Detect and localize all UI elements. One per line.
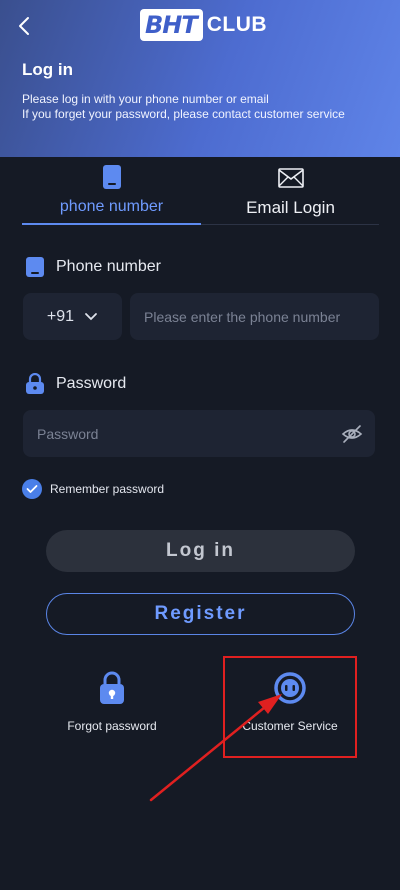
header: BHT CLUB Log in Please log in with your … [0,0,400,157]
remember-password-label: Remember password [50,482,165,496]
login-description: Please log in with your phone number or … [22,92,345,122]
phone-field-label: Phone number [24,256,161,278]
tab-email-login[interactable]: Email Login [201,160,380,224]
checkmark-icon[interactable] [22,479,42,499]
back-arrow-icon[interactable] [14,14,34,38]
login-tabs: phone number Email Login [22,160,379,225]
active-tab-underline [22,223,201,225]
tab-phone-number[interactable]: phone number [22,160,201,225]
lock-icon [24,373,46,395]
register-button[interactable]: Register [46,593,355,635]
remember-password-toggle[interactable]: Remember password [22,479,164,499]
password-field [23,410,375,457]
phone-number-input[interactable] [130,293,379,340]
phone-icon [102,165,121,189]
password-input[interactable] [23,410,323,457]
login-button[interactable]: Log in [46,530,355,572]
forgot-password-label: Forgot password [67,719,157,733]
tab-phone-label: phone number [59,198,164,215]
page-title: Log in [22,60,73,79]
forgot-password-link[interactable]: Forgot password [42,668,182,748]
tab-email-label: Email Login [246,198,335,217]
logo-sub: CLUB [206,13,268,36]
customer-service-label: Customer Service [242,719,338,733]
app-logo: BHT CLUB [140,8,267,42]
country-code-value: +91 [46,307,75,325]
customer-service-link[interactable]: Customer Service [220,668,360,748]
chevron-down-icon [85,312,97,320]
eye-off-icon[interactable] [341,423,363,445]
password-field-label: Password [24,373,126,395]
country-code-select[interactable]: +91 [23,293,122,340]
phone-icon [24,256,46,278]
logo-main: BHT [140,9,203,41]
password-label-text: Password [56,375,127,392]
phone-label-text: Phone number [56,258,161,275]
description-line-1: Please log in with your phone number or … [22,92,269,106]
customer-service-icon [274,672,306,704]
padlock-icon [100,671,124,704]
envelope-icon [277,168,304,188]
description-line-2: If you forget your password, please cont… [22,107,345,121]
